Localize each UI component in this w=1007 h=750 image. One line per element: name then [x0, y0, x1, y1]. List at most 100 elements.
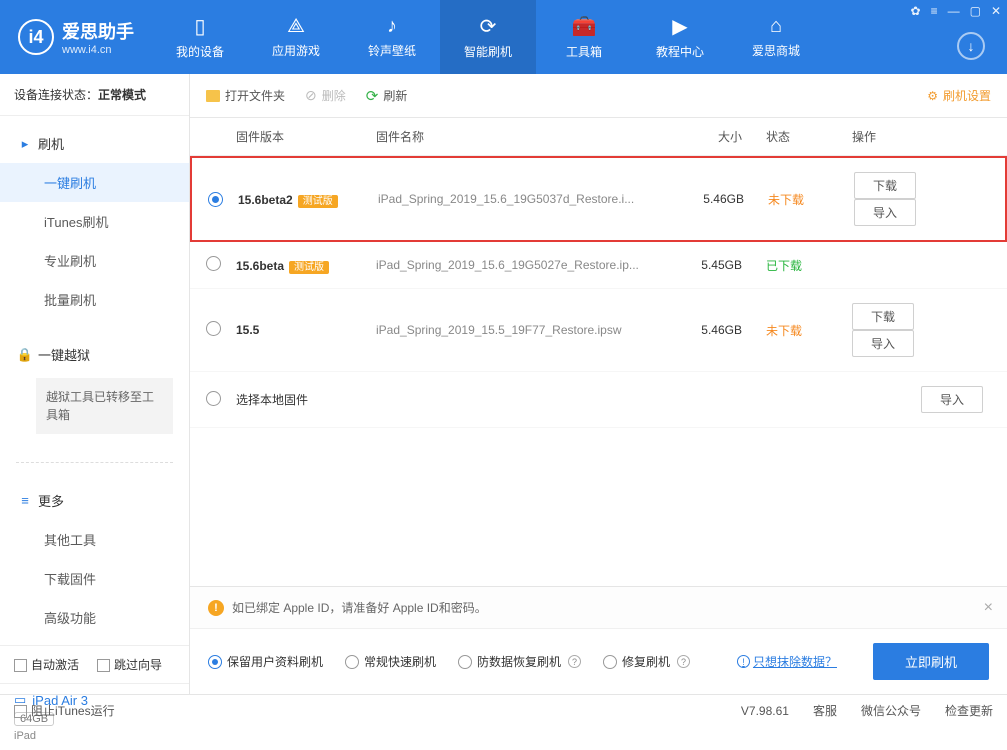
close-icon[interactable]: × [984, 599, 993, 617]
firmware-row[interactable]: 15.6beta测试版iPad_Spring_2019_15.6_19G5027… [190, 242, 1007, 289]
app-header: i4 爱思助手 www.i4.cn ▯ 我的设备 ⟁ 应用游戏 ♪ 铃声壁纸 ⟳智能刷机🧰工… [0, 0, 1007, 74]
help-icon[interactable]: ? [677, 655, 690, 668]
nav-item[interactable]: ⌂爱思商城 [728, 0, 824, 74]
app-title: 爱思助手 [62, 18, 134, 44]
firmware-row[interactable]: 15.6beta2测试版iPad_Spring_2019_15.6_19G503… [190, 156, 1007, 242]
import-button[interactable]: 导入 [852, 330, 914, 357]
open-folder-button[interactable]: 打开文件夹 [206, 87, 285, 104]
nav-icon: ♪ [387, 15, 397, 38]
sidebar-section-label: 刷机 [38, 134, 64, 153]
app-version: V7.98.61 [741, 704, 789, 718]
delete-button[interactable]: ⊘ 删除 [305, 87, 346, 104]
firmware-row[interactable]: 15.5iPad_Spring_2019_15.5_19F77_Restore.… [190, 289, 1007, 372]
radio-icon[interactable] [206, 391, 221, 406]
block-itunes-checkbox[interactable]: 阻止iTunes运行 [14, 702, 115, 719]
nav-label: 铃声壁纸 [368, 42, 416, 59]
firmware-size: 5.46GB [668, 192, 744, 206]
radio-icon [208, 655, 222, 669]
window-control-button[interactable]: — [948, 4, 960, 18]
nav-item[interactable]: ⟁ 应用游戏 [248, 0, 344, 74]
download-button[interactable]: 下载 [852, 303, 914, 330]
footer-kefu[interactable]: 客服 [813, 702, 837, 719]
window-control-button[interactable]: ▢ [970, 4, 981, 18]
firmware-name: iPad_Spring_2019_15.5_19F77_Restore.ipsw [376, 323, 666, 337]
bottom-panel: ! 如已绑定 Apple ID，请准备好 Apple ID和密码。 × 保留用户… [190, 586, 1007, 694]
window-control-button[interactable]: ≡ [931, 4, 938, 18]
sidebar-item[interactable]: 批量刷机 [0, 280, 189, 319]
nav-label: 教程中心 [656, 43, 704, 60]
sidebar-item[interactable]: 下载固件 [0, 559, 189, 598]
sidebar-section-label: 更多 [38, 491, 64, 510]
firmware-row[interactable]: 选择本地固件 导入 [190, 372, 1007, 428]
firmware-status: 未下载 [742, 322, 832, 339]
radio-icon [458, 655, 472, 669]
footer-update[interactable]: 检查更新 [945, 702, 993, 719]
local-firmware-label: 选择本地固件 [236, 391, 604, 408]
nav-icon: ▯ [194, 14, 205, 39]
firmware-size: 5.45GB [666, 258, 742, 272]
nav-item[interactable]: ▶教程中心 [632, 0, 728, 74]
radio-icon [345, 655, 359, 669]
skip-guide-checkbox[interactable]: 跳过向导 [97, 656, 162, 673]
auto-options-row: 自动激活 跳过向导 [0, 645, 189, 683]
nav-item[interactable]: ▯ 我的设备 [152, 0, 248, 74]
nav-icon: ⟳ [480, 14, 497, 39]
refresh-icon: ⟳ [366, 87, 379, 105]
device-type: iPad [14, 730, 175, 742]
opt-repair-flash[interactable]: 修复刷机 ? [603, 653, 690, 670]
footer-wechat[interactable]: 微信公众号 [861, 702, 921, 719]
download-button[interactable]: 下载 [854, 172, 916, 199]
window-controls: ✿ ≡ — ▢ ✕ [911, 4, 1001, 18]
sidebar-item[interactable]: iTunes刷机 [0, 202, 189, 241]
sidebar-item[interactable]: 专业刷机 [0, 241, 189, 280]
nav-label: 应用游戏 [272, 42, 320, 59]
sidebar-item[interactable]: 一键刷机 [0, 163, 189, 202]
flash-settings-button[interactable]: ⚙ 刷机设置 [927, 87, 991, 104]
opt-normal-flash[interactable]: 常规快速刷机 [345, 653, 436, 670]
sidebar-section-jailbreak: 🔒 一键越狱 [0, 335, 189, 374]
conn-status-label: 设备连接状态： [14, 88, 98, 102]
nav-item[interactable]: ♪ 铃声壁纸 [344, 0, 440, 74]
flash-now-button[interactable]: 立即刷机 [873, 643, 989, 680]
auto-activate-checkbox[interactable]: 自动激活 [14, 656, 79, 673]
opt-keep-data[interactable]: 保留用户资料刷机 [208, 653, 323, 670]
app-subtitle: www.i4.cn [62, 44, 134, 56]
th-size: 大小 [666, 128, 742, 145]
conn-status-value: 正常模式 [98, 88, 146, 102]
window-control-button[interactable]: ✿ [911, 4, 921, 18]
radio-icon[interactable] [206, 321, 221, 336]
sidebar: 设备连接状态：正常模式 ▸ 刷机 一键刷机iTunes刷机专业刷机批量刷机 🔒 … [0, 74, 190, 694]
beta-tag: 测试版 [298, 195, 338, 208]
nav-item[interactable]: ⟳智能刷机 [440, 0, 536, 74]
sidebar-section-label: 一键越狱 [38, 345, 90, 364]
firmware-version: 15.6beta测试版 [236, 258, 376, 273]
download-icon[interactable]: ↓ [957, 32, 985, 60]
sidebar-section-more[interactable]: ≡ 更多 [0, 481, 189, 520]
folder-icon [206, 90, 220, 102]
nav-label: 我的设备 [176, 43, 224, 60]
info-icon: ! [737, 655, 750, 668]
th-ops: 操作 [832, 128, 991, 145]
help-icon[interactable]: ? [568, 655, 581, 668]
table-header: 固件版本 固件名称 大小 状态 操作 [190, 118, 1007, 156]
sidebar-item[interactable]: 其他工具 [0, 520, 189, 559]
opt-anti-recovery[interactable]: 防数据恢复刷机 ? [458, 653, 581, 670]
th-status: 状态 [742, 128, 832, 145]
nav-icon: ⟁ [287, 15, 305, 38]
nav-item[interactable]: 🧰工具箱 [536, 0, 632, 74]
more-icon: ≡ [18, 494, 32, 508]
import-button[interactable]: 导入 [921, 386, 983, 413]
window-control-button[interactable]: ✕ [991, 4, 1001, 18]
radio-icon[interactable] [206, 256, 221, 271]
erase-data-link[interactable]: ! 只想抹除数据？ [735, 653, 837, 670]
sidebar-section-flash[interactable]: ▸ 刷机 [0, 124, 189, 163]
import-button[interactable]: 导入 [854, 199, 916, 226]
radio-icon[interactable] [208, 192, 223, 207]
radio-icon [603, 655, 617, 669]
refresh-button[interactable]: ⟳ 刷新 [366, 87, 408, 105]
lock-icon: 🔒 [18, 348, 32, 362]
sidebar-item[interactable]: 高级功能 [0, 598, 189, 637]
firmware-version: 15.6beta2测试版 [238, 192, 378, 207]
firmware-status: 已下载 [742, 257, 832, 274]
logo-icon: i4 [18, 19, 54, 55]
